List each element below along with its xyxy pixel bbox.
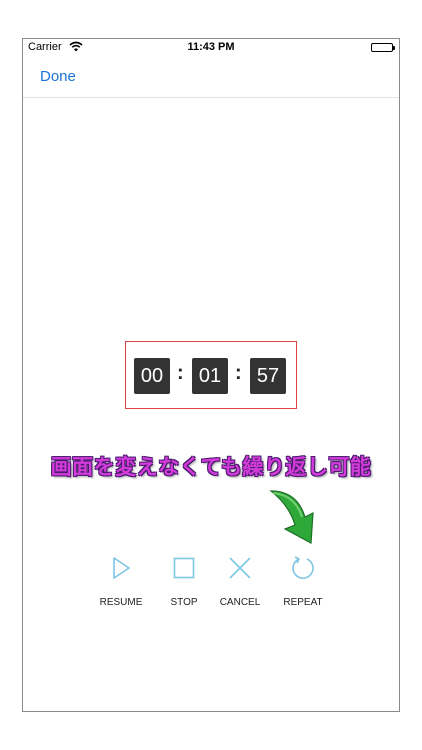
timer-seconds: 57 (250, 358, 286, 394)
close-icon (229, 557, 251, 579)
resume-label: RESUME (99, 597, 143, 608)
status-bar: Carrier 11:43 PM (23, 39, 399, 57)
arrow-icon (269, 490, 314, 544)
battery-icon (371, 43, 395, 52)
cancel-label: CANCEL (219, 597, 261, 608)
repeat-label: REPEAT (283, 597, 323, 608)
status-time: 11:43 PM (187, 41, 235, 53)
timer-hours: 00 (134, 358, 170, 394)
resume-button[interactable]: RESUME (86, 555, 156, 615)
repeat-icon (292, 556, 314, 579)
phone-screen: Carrier 11:43 PM Done 00 : 01 : 57 画面を変え… (22, 38, 400, 712)
timer-separator: : (235, 362, 242, 384)
repeat-button[interactable]: REPEAT (268, 555, 338, 615)
done-button[interactable]: Done (40, 68, 76, 85)
timer-minutes: 01 (192, 358, 228, 394)
feature-banner: 画面を変えなくても繰り返し可能 (50, 456, 372, 479)
navigation-bar: Done (23, 57, 399, 98)
cancel-button[interactable]: CANCEL (205, 555, 275, 615)
stop-icon (173, 557, 195, 579)
play-icon (113, 557, 130, 579)
timer-separator: : (177, 362, 184, 384)
timer-display: 00 : 01 : 57 (125, 341, 297, 409)
